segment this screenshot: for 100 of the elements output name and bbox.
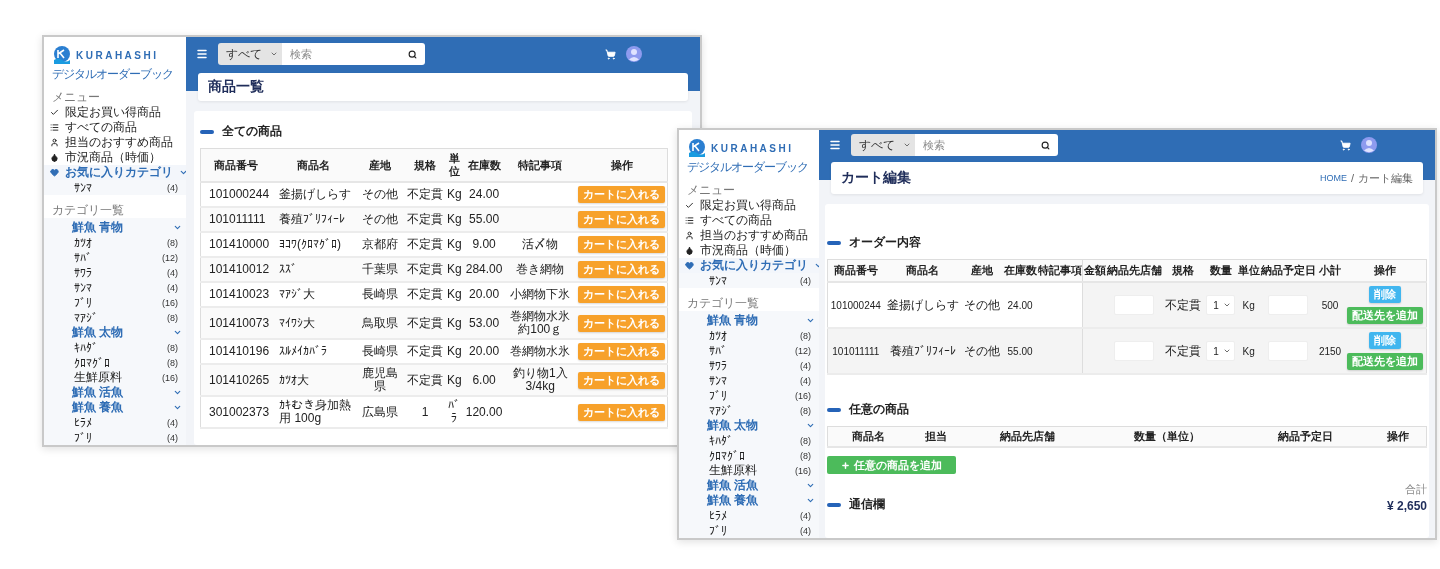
table-cell: 釜揚げしらす [883, 282, 962, 328]
list-icon [685, 216, 694, 225]
page-title: 商品一覧 [208, 78, 264, 96]
item-count: (4) [800, 275, 811, 286]
table-cell: 釜揚げしらす [271, 182, 356, 207]
column-header: 在庫数 [1003, 259, 1038, 282]
column-header: 産地 [355, 148, 406, 182]
avatar-icon[interactable] [626, 46, 642, 62]
search-field[interactable]: 検索 [915, 134, 1033, 156]
column-header: 納品予定日 [1242, 426, 1370, 447]
search-icon[interactable] [1033, 134, 1058, 156]
table-cell: 101410073 [200, 307, 272, 339]
search-scope-dropdown[interactable]: すべて [851, 134, 915, 156]
table-cell: 不定貫 [405, 257, 446, 282]
item-count: (4) [167, 267, 178, 278]
chevron-down-icon [806, 421, 815, 430]
table-cell: Kg [445, 182, 464, 207]
item-count: (8) [167, 312, 178, 323]
table-cell: 101011111 [200, 207, 272, 232]
table-cell: ｽｽﾞ [271, 257, 356, 282]
column-header: 操作 [576, 148, 668, 182]
caret-icon [270, 50, 278, 58]
brand-name: KURAHASHI [711, 142, 794, 154]
column-header: 特記事項 [1037, 259, 1083, 282]
table-cell: 不定貫 [1162, 282, 1204, 328]
table-cell: ｶﾂｵ大 [271, 364, 356, 396]
breadcrumb-link[interactable]: HOME [1319, 173, 1347, 183]
table-cell: ﾏｲﾜｼ大 [271, 307, 356, 339]
quantity-select[interactable]: 1 [1206, 295, 1235, 315]
item-count: (4) [167, 417, 178, 428]
menu-icon[interactable] [196, 48, 208, 60]
table-cell: 京都府 [355, 232, 406, 257]
table-cell: 55.00 [1003, 328, 1038, 374]
cart-icon[interactable] [605, 48, 616, 60]
sidebar-item[interactable]: 市況商品（時価） [679, 243, 819, 258]
item-count: (4) [800, 360, 811, 371]
sidebar-item[interactable]: 限定お買い得商品 [679, 198, 819, 213]
search-field[interactable]: 検索 [282, 43, 400, 65]
sidebar-item[interactable]: 担当のおすすめ商品 [44, 135, 186, 150]
table-cell: 101410196 [200, 339, 272, 364]
table-cell [1037, 328, 1083, 374]
table-cell: 不定貫 [405, 307, 446, 339]
table-cell: 101410000 [200, 232, 272, 257]
table-cell: Kg [1237, 328, 1260, 374]
column-header: 在庫数 [463, 148, 505, 182]
sidebar-subitem[interactable]: ｻﾝﾏ (4) [44, 180, 186, 195]
table-cell: 不定貫 [405, 207, 446, 232]
logo-mark-icon [52, 45, 72, 65]
sidebar-item[interactable]: すべての商品 [679, 213, 819, 228]
item-count: (4) [167, 282, 178, 293]
total-label: 合計 [1405, 482, 1427, 497]
quantity-select[interactable]: 1 [1206, 341, 1235, 361]
sidebar-item[interactable]: 限定お買い得商品 [44, 105, 186, 120]
table-cell: 巻網物水氷 [504, 339, 576, 364]
cart-icon[interactable] [1340, 139, 1351, 151]
sidebar-item[interactable]: 市況商品（時価） [44, 150, 186, 165]
sidebar-item[interactable]: 担当のおすすめ商品 [679, 228, 819, 243]
table-cell: 釣り物1入3/4kg [504, 364, 576, 396]
table-cell: Kg [445, 207, 464, 232]
item-count: (16) [162, 372, 178, 383]
chevron-down-icon [173, 223, 182, 232]
item-count: (4) [167, 432, 178, 443]
check-icon [50, 108, 59, 117]
table-cell: 101011111 [827, 328, 884, 374]
section-title: オーダー内容 [849, 234, 921, 251]
table-cell: 千葉県 [355, 257, 406, 282]
brand-tagline: デジタルオーダーブック [52, 66, 174, 83]
table-cell: その他 [961, 282, 1004, 328]
page-title: カート編集 [841, 169, 911, 187]
table-cell: Kg [445, 282, 464, 307]
sidebar-item[interactable]: すべての商品 [44, 120, 186, 135]
table-cell: 24.00 [1003, 282, 1038, 328]
column-header: 小計 [1316, 259, 1344, 282]
item-count: (12) [162, 252, 178, 263]
table-cell: 養殖ﾌﾞﾘﾌｨｰﾚ [271, 207, 356, 232]
search-scope-dropdown[interactable]: すべて [218, 43, 282, 65]
chevron-down-icon [173, 328, 182, 337]
caret-icon [903, 141, 911, 149]
table-cell: 101410265 [200, 364, 272, 396]
avatar-icon[interactable] [1361, 137, 1377, 153]
sidebar-group[interactable]: お気に入りカテゴリ [44, 165, 186, 180]
column-header: 数量（単位） [1091, 426, 1243, 447]
menu-icon[interactable] [829, 139, 841, 151]
column-header: 操作 [1369, 426, 1427, 447]
table-cell: 101410023 [200, 282, 272, 307]
table-cell: 1 [405, 396, 446, 428]
item-count: (8) [167, 237, 178, 248]
column-header: 納品先店舗 [964, 426, 1092, 447]
caret-icon [1222, 347, 1231, 355]
search-icon[interactable] [400, 43, 425, 65]
column-header: 商品名 [271, 148, 356, 182]
sidebar-subitem[interactable]: ｻﾝﾏ (4) [679, 273, 819, 288]
column-header: 商品番号 [827, 259, 884, 282]
column-header: 商品名 [883, 259, 962, 282]
column-header: 金額 [1082, 259, 1106, 282]
list-icon [50, 123, 59, 132]
column-header: 納品先店舗 [1106, 259, 1163, 282]
item-count: (8) [800, 330, 811, 341]
table-cell: 不定貫 [405, 282, 446, 307]
sidebar-group[interactable]: お気に入りカテゴリ [679, 258, 819, 273]
